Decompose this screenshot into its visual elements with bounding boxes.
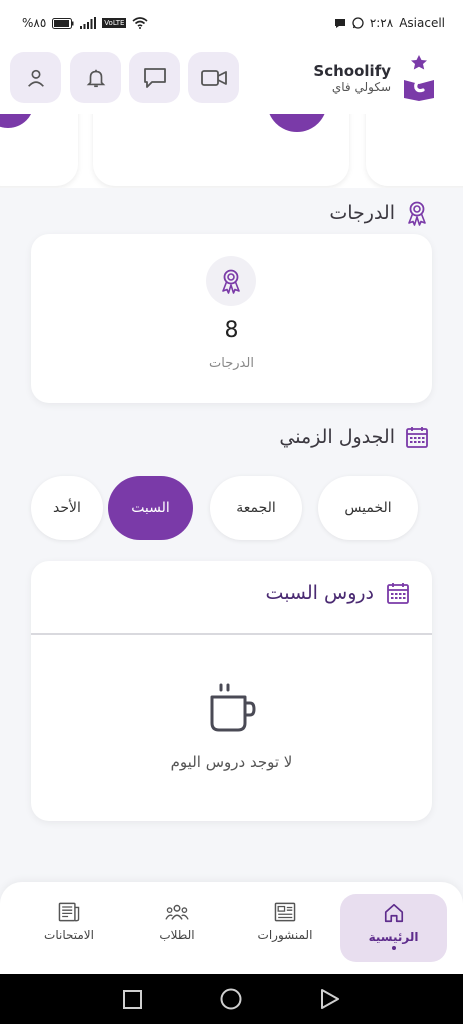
home-icon xyxy=(384,903,403,923)
messages-button[interactable] xyxy=(129,52,180,103)
signal-icon xyxy=(80,17,97,29)
award-icon xyxy=(408,201,426,226)
status-bar: %٨٥ VoLTE ٢:٢٨ Asiacell xyxy=(0,0,463,46)
nav-label-students: الطلاب xyxy=(159,928,195,942)
brand-text: Schoolify سكولي فاي xyxy=(313,62,391,94)
grades-section-title: الدرجات xyxy=(329,200,429,226)
nav-label-home: الرئيسية xyxy=(368,930,419,944)
lessons-divider xyxy=(31,633,432,635)
brand: Schoolify سكولي فاي xyxy=(313,54,437,102)
nav-active-dot xyxy=(391,946,396,950)
status-right: ٢:٢٨ Asiacell xyxy=(334,16,445,30)
nav-label-exams: الامتحانات xyxy=(44,928,94,942)
posts-icon xyxy=(274,902,296,922)
battery-text: %٨٥ xyxy=(22,16,47,30)
lessons-title: دروس السبت xyxy=(265,582,374,604)
volte-badge: VoLTE xyxy=(102,18,127,28)
schedule-title: الجدول الزمني xyxy=(279,426,395,448)
grades-card[interactable]: 8 الدرجات xyxy=(31,234,432,403)
cup-icon xyxy=(210,683,256,732)
day-tab-sunday[interactable]: الأحد xyxy=(31,476,103,540)
video-icon xyxy=(200,69,227,86)
day-tab-saturday[interactable]: السبت xyxy=(108,476,193,540)
empty-lessons-text: لا توجد دروس اليوم xyxy=(170,753,293,771)
battery-icon xyxy=(52,17,74,29)
students-icon xyxy=(165,904,189,920)
back-icon[interactable] xyxy=(320,989,340,1009)
home-system-icon[interactable] xyxy=(220,988,242,1010)
exams-icon xyxy=(58,902,80,922)
schoolify-logo-icon xyxy=(404,55,434,101)
app-header: Schoolify سكولي فاي xyxy=(0,46,463,114)
grade-value: 8 xyxy=(224,318,239,343)
profile-icon xyxy=(27,69,44,87)
lessons-header: دروس السبت xyxy=(266,581,410,605)
carousel-strip xyxy=(0,114,463,188)
carrier-text: Asiacell xyxy=(399,16,445,30)
day-tab-thursday[interactable]: الخميس xyxy=(318,476,418,540)
system-navigation-bar xyxy=(0,974,463,1024)
brand-subtitle: سكولي فاي xyxy=(331,80,391,94)
carousel-badge xyxy=(267,114,327,132)
schedule-section-title: الجدول الزمني xyxy=(279,425,429,449)
grade-icon-circle xyxy=(206,256,256,306)
calendar-icon xyxy=(406,427,428,448)
chat-icon xyxy=(143,67,166,88)
grades-title: الدرجات xyxy=(329,202,395,224)
status-left: %٨٥ VoLTE xyxy=(22,16,148,30)
wifi-icon xyxy=(132,17,148,29)
nav-item-home[interactable]: الرئيسية xyxy=(340,894,447,962)
bell-icon xyxy=(86,69,105,87)
carousel-card[interactable] xyxy=(0,114,78,186)
calendar-icon xyxy=(387,583,409,604)
grade-label: الدرجات xyxy=(209,356,254,371)
nav-item-posts[interactable]: المنشورات xyxy=(235,894,335,962)
clock-text: ٢:٢٨ xyxy=(369,16,394,30)
nav-label-posts: المنشورات xyxy=(257,928,313,942)
profile-button[interactable] xyxy=(10,52,61,103)
bottom-navigation: الرئيسية المنشورات الطلاب الامتحانات xyxy=(0,882,463,974)
lessons-card: دروس السبت لا توجد دروس اليوم xyxy=(31,561,432,821)
nav-item-students[interactable]: الطلاب xyxy=(127,894,227,962)
brand-name: Schoolify xyxy=(313,62,391,80)
carousel-card[interactable] xyxy=(93,114,349,186)
recents-icon[interactable] xyxy=(123,990,142,1009)
video-call-button[interactable] xyxy=(188,52,239,103)
award-icon xyxy=(222,269,240,294)
message-notification-icon xyxy=(334,18,345,28)
day-tab-friday[interactable]: الجمعة xyxy=(210,476,302,540)
carousel-badge xyxy=(0,114,34,128)
whatsapp-icon xyxy=(352,17,364,29)
notifications-button[interactable] xyxy=(70,52,121,103)
carousel-card[interactable] xyxy=(366,114,463,186)
nav-item-exams[interactable]: الامتحانات xyxy=(19,894,119,962)
